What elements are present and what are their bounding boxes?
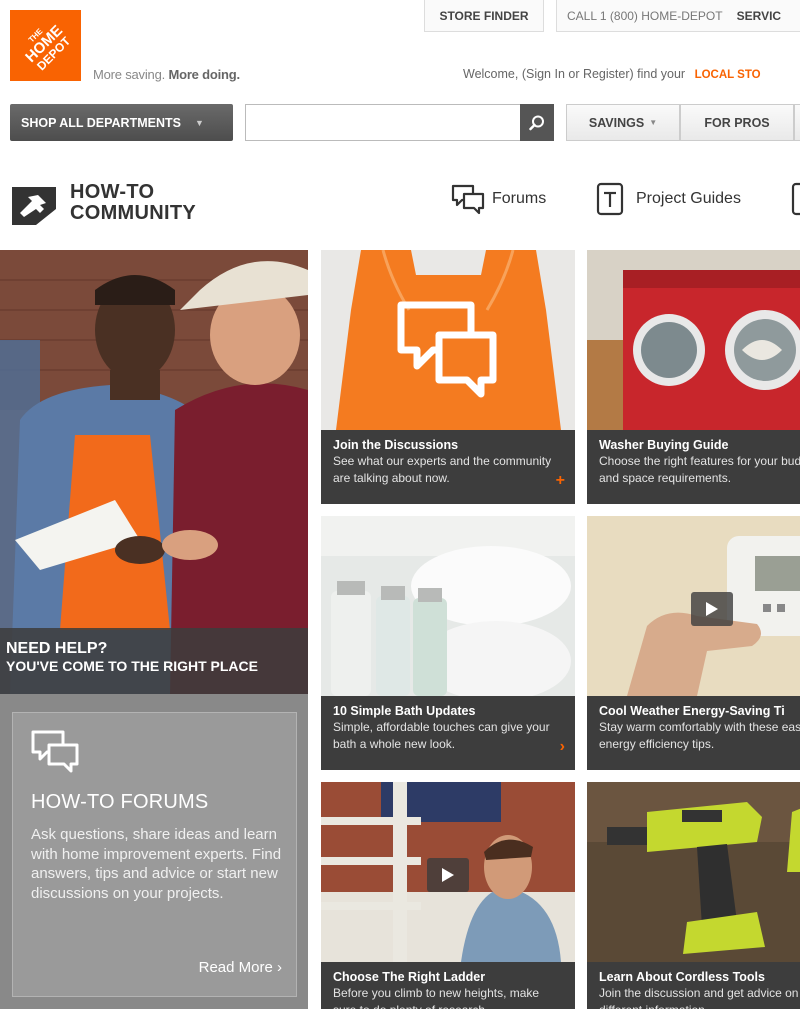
chevron-right-icon: ›	[277, 959, 282, 976]
chat-bubbles-icon	[31, 730, 79, 773]
community-more-link[interactable]	[790, 181, 800, 217]
bath-image	[321, 516, 575, 696]
caret-down-icon: ▼	[649, 118, 658, 127]
tile-title: Washer Buying Guide	[599, 438, 729, 452]
service-link[interactable]: SERVIC	[737, 9, 781, 23]
home-depot-logo[interactable]: THE HOME DEPOT	[10, 10, 81, 81]
plus-icon[interactable]: +	[556, 472, 565, 490]
forums-panel: HOW-TO FORUMS Ask questions, share ideas…	[0, 694, 308, 1009]
need-help-heading: NEED HELP?	[6, 640, 108, 657]
how-to-community-logo-icon[interactable]	[10, 183, 58, 227]
video-play-icon[interactable]	[427, 858, 469, 892]
tile-choose-ladder[interactable]: Choose The Right Ladder Before you climb…	[321, 782, 575, 1009]
forums-link[interactable]: Forums	[450, 181, 546, 217]
savings-label: SAVINGS	[588, 115, 645, 130]
apron-image	[321, 250, 575, 430]
search-icon	[529, 115, 544, 130]
for-pros-tab[interactable]: FOR PROS	[680, 104, 794, 141]
project-guides-link[interactable]: Project Guides	[594, 181, 741, 217]
read-more-link[interactable]: Read More ›	[199, 959, 282, 976]
tile-caption: Learn About Cordless Tools Join the disc…	[587, 962, 800, 1009]
tile-join-discussions[interactable]: Join the Discussions See what our expert…	[321, 250, 575, 504]
tile-caption: Washer Buying Guide Choose the right fea…	[587, 430, 800, 504]
tile-caption: 10 Simple Bath Updates Simple, affordabl…	[321, 696, 575, 770]
store-finder-button[interactable]: STORE FINDER	[424, 0, 544, 32]
forums-description: Ask questions, share ideas and learn wit…	[31, 826, 282, 902]
community-title[interactable]: HOW-TO COMMUNITY	[70, 182, 196, 224]
tile-description: Choose the right features for your budge…	[599, 454, 800, 485]
video-play-icon[interactable]	[691, 592, 733, 626]
tile-description: Simple, affordable touches can give your…	[333, 720, 550, 751]
tile-title: Join the Discussions	[333, 438, 459, 452]
chevron-right-icon[interactable]: ›	[560, 738, 565, 756]
drill-image	[587, 782, 800, 962]
tile-description: Before you climb to new heights, make su…	[333, 986, 540, 1009]
savings-tab[interactable]: SAVINGS ▼	[566, 104, 680, 141]
community-title-line1: HOW-TO	[70, 181, 155, 203]
tile-title: 10 Simple Bath Updates	[333, 704, 476, 718]
search-button[interactable]	[520, 104, 554, 141]
call-box: CALL 1 (800) HOME-DEPOT SERVIC	[556, 0, 800, 32]
tile-caption: Join the Discussions See what our expert…	[321, 430, 575, 504]
tile-cordless-tools[interactable]: Learn About Cordless Tools Join the disc…	[587, 782, 800, 1009]
welcome-sign-in[interactable]: Welcome, (Sign In or Register) find your	[463, 67, 685, 81]
tile-description: See what our experts and the community a…	[333, 454, 552, 485]
tile-description: Stay warm comfortably with these easy en…	[599, 720, 800, 751]
need-help-banner[interactable]: NEED HELP? YOU'VE COME TO THE RIGHT PLAC…	[0, 628, 308, 694]
thermostat-image	[587, 516, 800, 696]
tile-bath-updates[interactable]: 10 Simple Bath Updates Simple, affordabl…	[321, 516, 575, 770]
tagline: More saving. More doing.	[93, 67, 240, 82]
tagline-bold: More doing.	[168, 67, 240, 82]
project-guides-label: Project Guides	[636, 190, 741, 207]
read-more-label: Read More	[198, 959, 273, 976]
shop-all-label: SHOP ALL DEPARTMENTS	[21, 115, 181, 130]
forums-card[interactable]: HOW-TO FORUMS Ask questions, share ideas…	[12, 712, 297, 997]
tile-washer-buying-guide[interactable]: Washer Buying Guide Choose the right fea…	[587, 250, 800, 504]
caret-down-icon: ▼	[194, 117, 204, 128]
tile-title: Choose The Right Ladder	[333, 970, 486, 984]
tile-energy-saving[interactable]: Cool Weather Energy-Saving Ti Stay warm …	[587, 516, 800, 770]
forums-title: HOW-TO FORUMS	[31, 791, 209, 813]
ladder-image	[321, 782, 575, 962]
chat-bubbles-icon	[451, 184, 485, 215]
call-number: CALL 1 (800) HOME-DEPOT	[567, 8, 723, 23]
right-place-subheading: YOU'VE COME TO THE RIGHT PLACE	[6, 658, 258, 674]
community-title-line2: COMMUNITY	[70, 202, 197, 224]
tile-title: Learn About Cordless Tools	[599, 970, 765, 984]
tile-caption: Choose The Right Ladder Before you climb…	[321, 962, 575, 1009]
tile-caption: Cool Weather Energy-Saving Ti Stay warm …	[587, 696, 800, 770]
tile-description: Join the discussion and get advice on di…	[599, 986, 799, 1009]
search-input[interactable]	[245, 104, 522, 141]
forums-label: Forums	[492, 190, 547, 207]
nav-tab-more[interactable]	[794, 104, 800, 141]
tile-title: Cool Weather Energy-Saving Ti	[599, 704, 785, 718]
partial-icon	[791, 182, 800, 216]
shop-all-departments-button[interactable]: SHOP ALL DEPARTMENTS ▼	[10, 104, 233, 141]
local-store-link[interactable]: LOCAL STO	[695, 69, 761, 81]
guide-document-icon	[596, 182, 624, 216]
washer-image	[587, 250, 800, 430]
main-nav: SHOP ALL DEPARTMENTS ▼ SAVINGS ▼ FOR PRO…	[0, 104, 800, 142]
tagline-light: More saving.	[93, 67, 166, 82]
welcome-text: Welcome, (Sign In or Register) find your…	[463, 67, 761, 81]
